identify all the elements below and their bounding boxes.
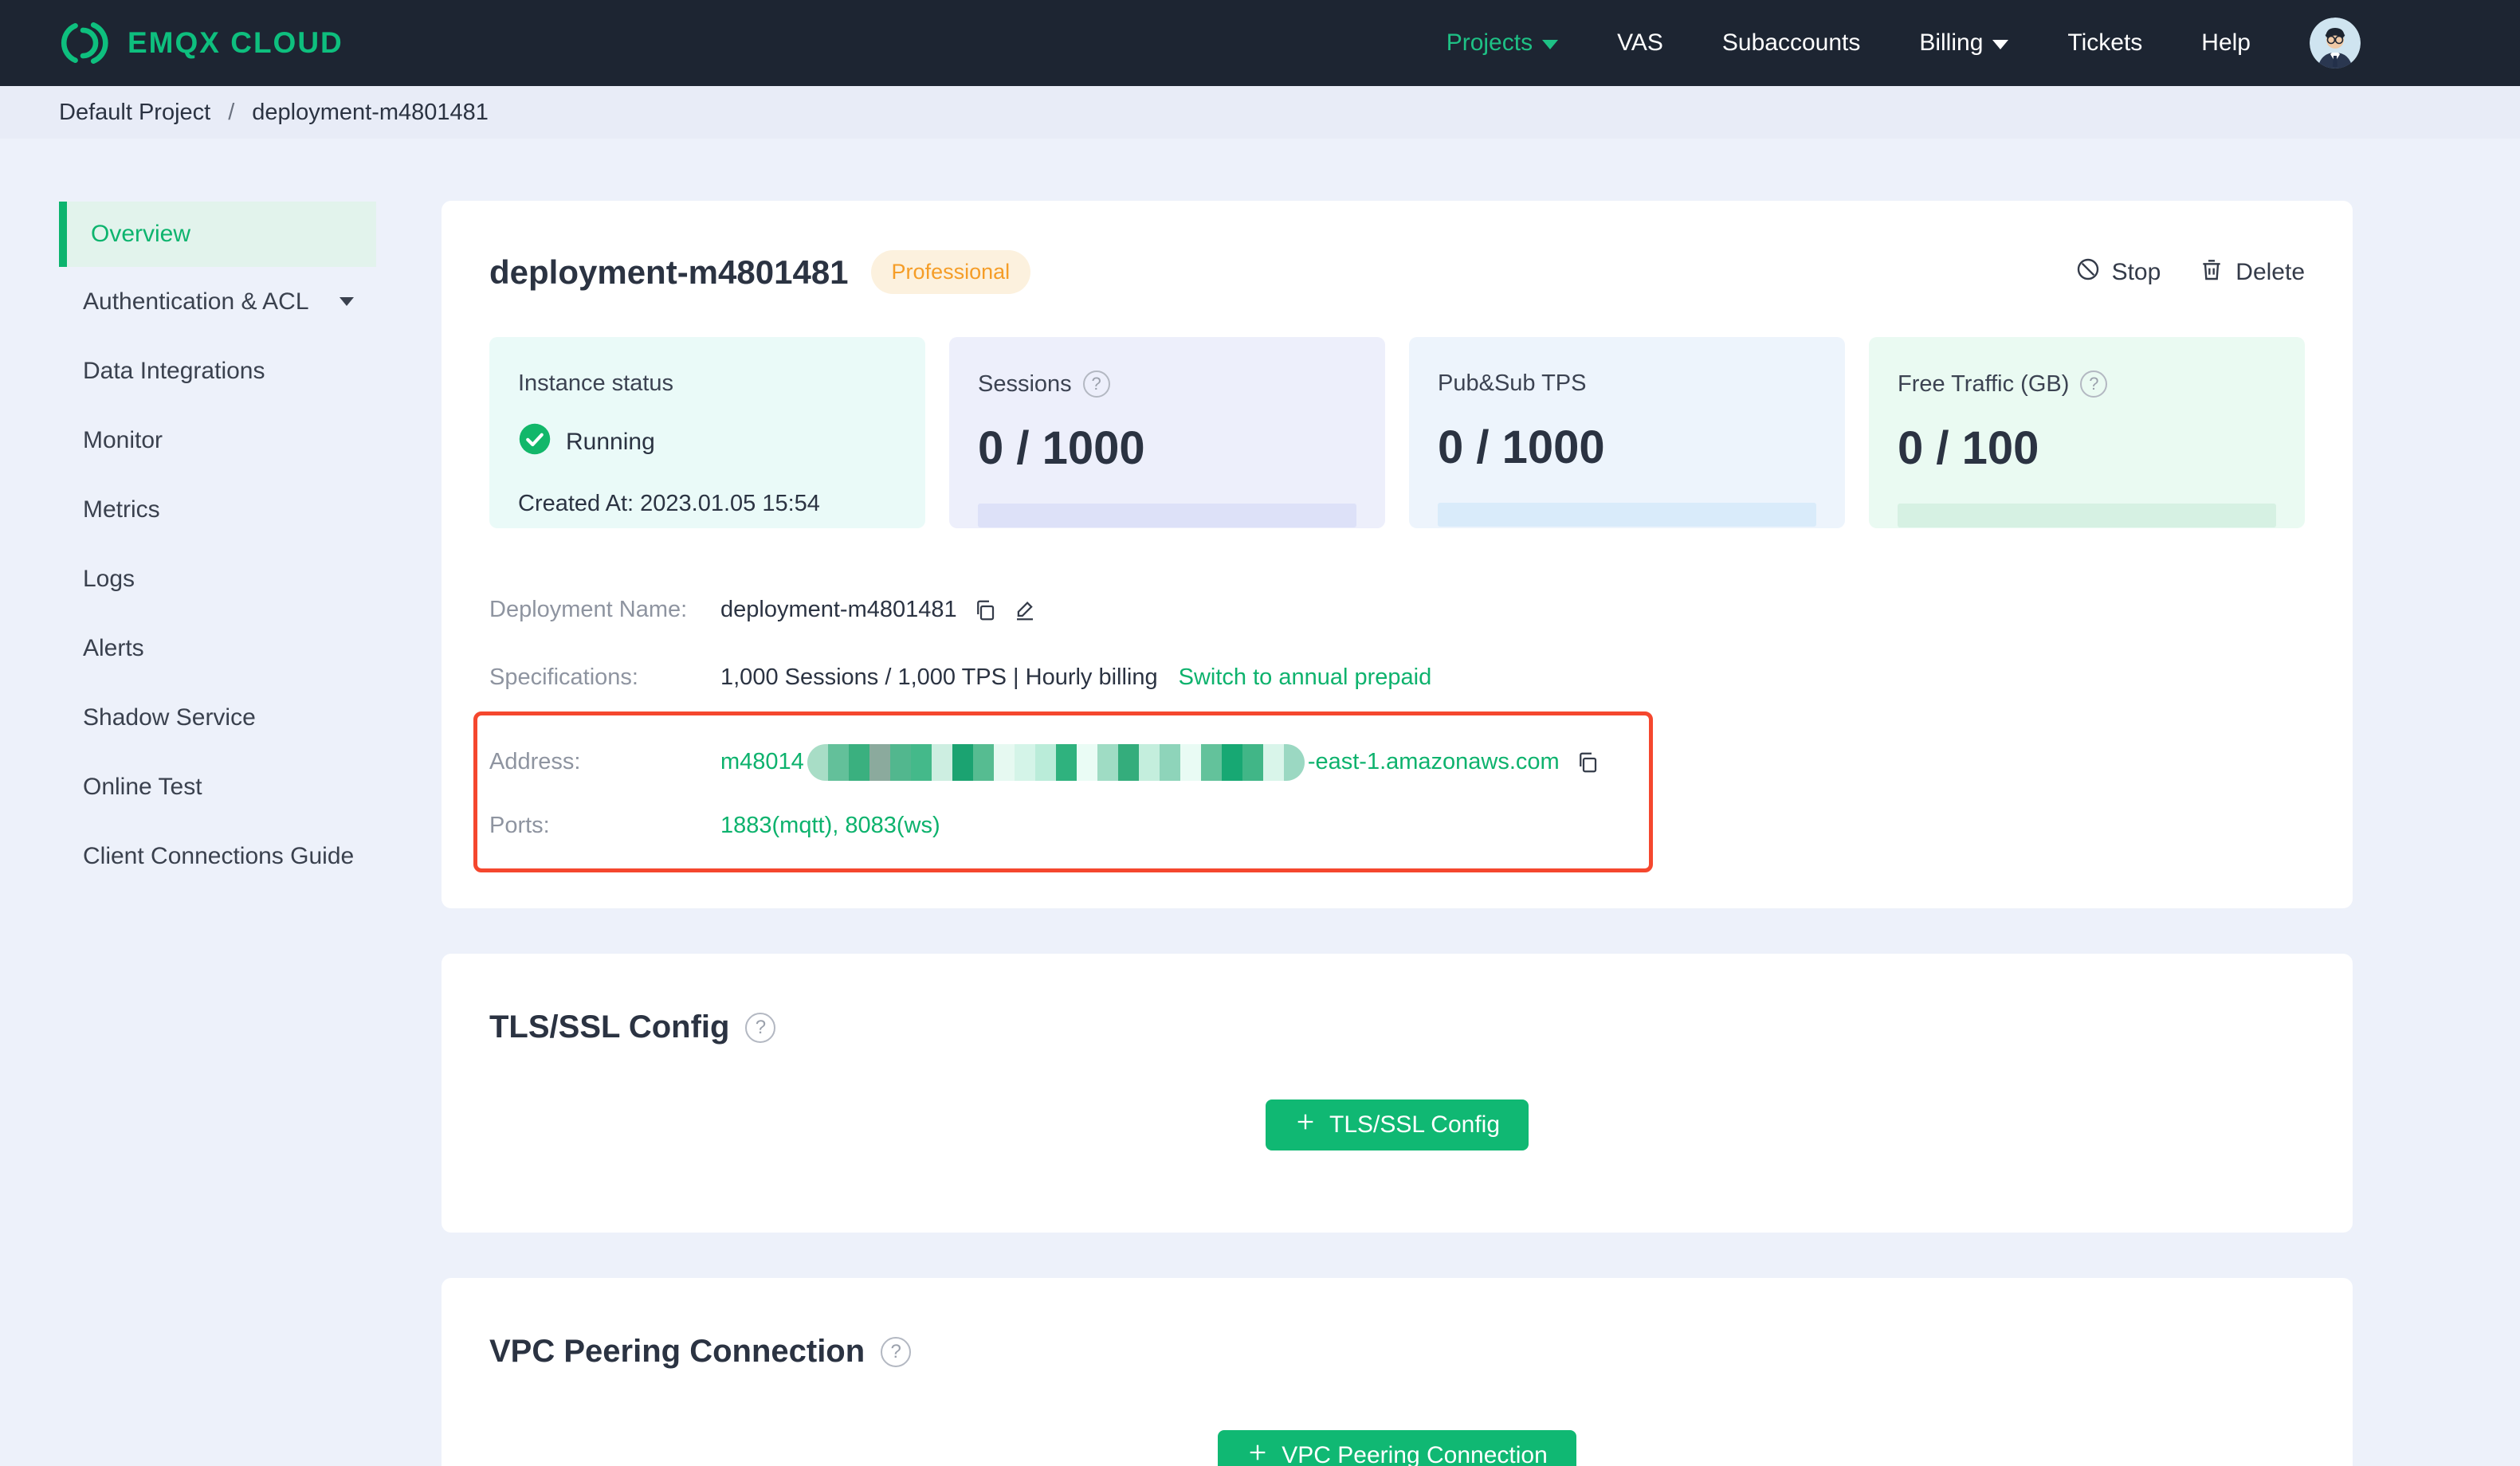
stat-free-traffic: Free Traffic (GB) 0 / 100 bbox=[1869, 337, 2305, 528]
sidebar-item-data-integrations[interactable]: Data Integrations bbox=[0, 336, 442, 406]
breadcrumb-current: deployment-m4801481 bbox=[252, 99, 489, 125]
breadcrumb-separator: / bbox=[228, 99, 235, 125]
chevron-down-icon bbox=[340, 297, 354, 306]
tps-progress-bar bbox=[1438, 503, 1816, 527]
nav-tickets[interactable]: Tickets bbox=[2067, 29, 2142, 57]
sessions-progress-bar bbox=[978, 504, 1356, 527]
deployment-title: deployment-m4801481 bbox=[489, 253, 849, 291]
deployment-name-value: deployment-m4801481 bbox=[720, 597, 957, 622]
add-tls-ssl-config-button[interactable]: TLS/SSL Config bbox=[1266, 1100, 1529, 1150]
sidebar-item-authentication-acl[interactable]: Authentication & ACL bbox=[0, 267, 442, 336]
sessions-value: 0 / 1000 bbox=[978, 422, 1145, 474]
tls-ssl-card: TLS/SSL Config TLS/SSL Config bbox=[442, 954, 2353, 1233]
address-row: Address: m48014 -east-1.amazonaws.com bbox=[489, 728, 1649, 796]
ports-row: Ports: 1883(mqtt), 8083(ws) bbox=[489, 796, 1649, 856]
nav-subaccounts[interactable]: Subaccounts bbox=[1722, 29, 1860, 57]
stat-sessions: Sessions 0 / 1000 bbox=[949, 337, 1385, 528]
red-highlight-box: Address: m48014 -east-1.amazonaws.com Po… bbox=[473, 711, 1653, 872]
user-avatar[interactable] bbox=[2310, 18, 2361, 69]
sidebar-item-shadow-service[interactable]: Shadow Service bbox=[0, 683, 442, 752]
stat-pubsub-tps: Pub&Sub TPS 0 / 1000 bbox=[1409, 337, 1845, 528]
help-icon[interactable] bbox=[1082, 370, 1110, 398]
topbar: EMQX CLOUD Projects VAS Subaccounts Bill… bbox=[0, 0, 2520, 86]
address-suffix: -east-1.amazonaws.com bbox=[1307, 749, 1560, 774]
ports-value: 1883(mqtt), 8083(ws) bbox=[720, 813, 940, 838]
tps-value: 0 / 1000 bbox=[1438, 421, 1605, 473]
traffic-value: 0 / 100 bbox=[1898, 422, 2039, 474]
address-prefix: m48014 bbox=[720, 749, 804, 774]
instance-status-value: Running bbox=[566, 429, 655, 455]
deployment-name-label: Deployment Name: bbox=[489, 597, 688, 622]
chevron-down-icon bbox=[1542, 40, 1559, 49]
trash-icon bbox=[2199, 257, 2224, 288]
deployment-card: deployment-m4801481 Professional Stop De… bbox=[442, 201, 2353, 908]
brand-name: EMQX CLOUD bbox=[128, 26, 343, 59]
help-icon[interactable] bbox=[2080, 370, 2108, 398]
help-icon[interactable] bbox=[745, 1012, 776, 1043]
plan-badge: Professional bbox=[870, 250, 1031, 294]
nav-billing[interactable]: Billing bbox=[1919, 29, 2009, 57]
sidebar-item-metrics[interactable]: Metrics bbox=[0, 475, 442, 544]
main-content: deployment-m4801481 Professional Stop De… bbox=[442, 139, 2520, 1466]
tls-ssl-heading: TLS/SSL Config bbox=[489, 1009, 730, 1045]
edit-icon[interactable] bbox=[1013, 598, 1037, 622]
deployment-name-row: Deployment Name: deployment-m4801481 bbox=[489, 576, 2305, 644]
sidebar-item-monitor[interactable]: Monitor bbox=[0, 406, 442, 475]
sidebar-item-online-test[interactable]: Online Test bbox=[0, 752, 442, 821]
deployment-info: Deployment Name: deployment-m4801481 Spe… bbox=[473, 576, 2305, 872]
copy-icon[interactable] bbox=[1576, 751, 1600, 774]
chevron-down-icon bbox=[1992, 40, 2009, 49]
nav-help[interactable]: Help bbox=[2201, 29, 2251, 57]
sidebar-item-logs[interactable]: Logs bbox=[0, 544, 442, 613]
nav-vas[interactable]: VAS bbox=[1617, 29, 1663, 57]
help-icon[interactable] bbox=[881, 1336, 912, 1367]
top-nav: Projects VAS Subaccounts Billing Tickets… bbox=[1446, 18, 2361, 69]
plus-icon bbox=[1294, 1111, 1317, 1139]
sidebar: Overview Authentication & ACL Data Integ… bbox=[0, 139, 442, 891]
stats-row: Instance status Running Created At: 2023… bbox=[489, 337, 2305, 528]
delete-button[interactable]: Delete bbox=[2199, 257, 2305, 288]
switch-annual-prepaid-link[interactable]: Switch to annual prepaid bbox=[1179, 664, 1432, 691]
emqx-logo-icon bbox=[56, 18, 110, 69]
plus-icon bbox=[1246, 1441, 1269, 1466]
traffic-progress-bar bbox=[1898, 504, 2276, 527]
stat-instance-status: Instance status Running Created At: 2023… bbox=[489, 337, 925, 528]
stop-icon bbox=[2075, 257, 2101, 288]
specifications-label: Specifications: bbox=[489, 664, 638, 690]
stop-button[interactable]: Stop bbox=[2075, 257, 2161, 288]
address-label: Address: bbox=[489, 749, 581, 774]
check-circle-icon bbox=[518, 422, 551, 462]
vpc-peering-heading: VPC Peering Connection bbox=[489, 1334, 866, 1369]
breadcrumb: Default Project / deployment-m4801481 bbox=[0, 86, 2520, 139]
ports-label: Ports: bbox=[489, 813, 550, 838]
vpc-peering-card: VPC Peering Connection VPC Peering Conne… bbox=[442, 1278, 2353, 1466]
created-at: Created At: 2023.01.05 15:54 bbox=[518, 491, 820, 516]
breadcrumb-project[interactable]: Default Project bbox=[59, 100, 210, 126]
specifications-value: 1,000 Sessions / 1,000 TPS | Hourly bill… bbox=[720, 664, 1158, 690]
add-vpc-peering-button[interactable]: VPC Peering Connection bbox=[1218, 1430, 1576, 1466]
emqx-logo[interactable]: EMQX CLOUD bbox=[56, 18, 343, 69]
specifications-row: Specifications: 1,000 Sessions / 1,000 T… bbox=[489, 644, 2305, 711]
sidebar-item-alerts[interactable]: Alerts bbox=[0, 613, 442, 683]
sidebar-item-client-connections-guide[interactable]: Client Connections Guide bbox=[0, 821, 442, 891]
nav-projects[interactable]: Projects bbox=[1446, 29, 1559, 57]
address-redaction bbox=[807, 743, 1305, 781]
sidebar-item-overview[interactable]: Overview bbox=[59, 202, 376, 267]
copy-icon[interactable] bbox=[973, 598, 997, 622]
